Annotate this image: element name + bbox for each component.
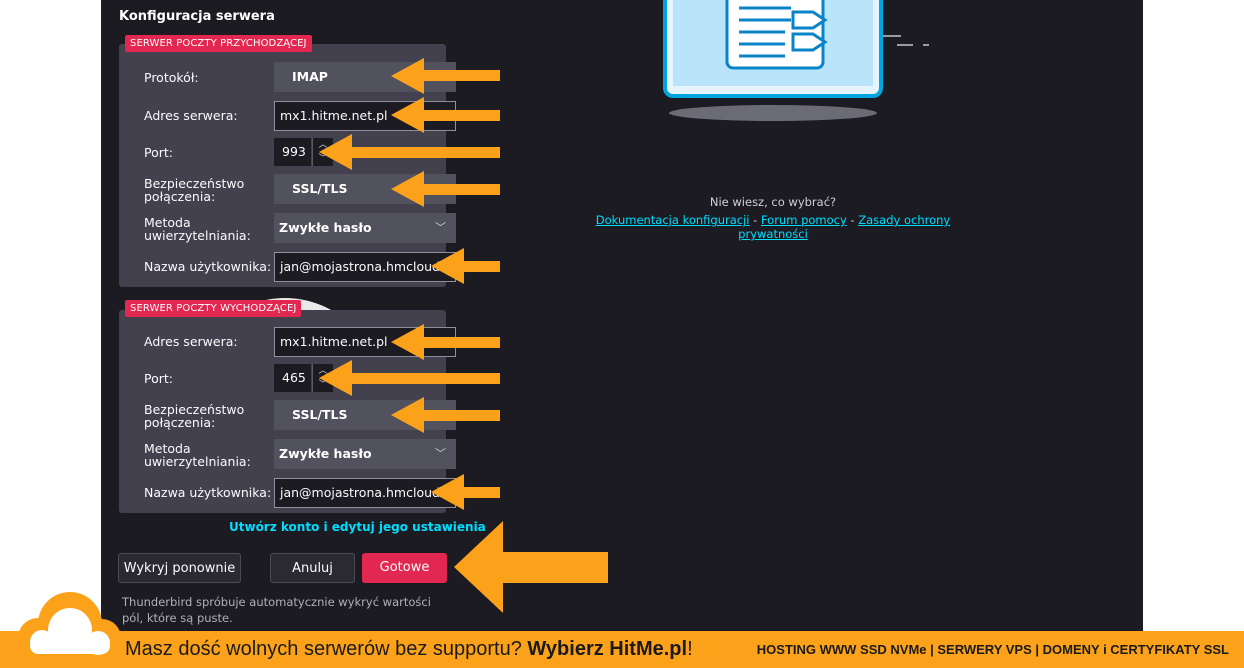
chevron-up-icon[interactable]: ︿	[313, 138, 333, 152]
link-separator: -	[749, 213, 761, 227]
port-label: Port:	[144, 145, 173, 160]
outgoing-auth-value: Zwykłe hasło	[279, 446, 372, 461]
cloud-logo-icon	[18, 592, 121, 668]
link-separator: -	[846, 213, 859, 227]
server-label: Adres serwera:	[144, 334, 238, 349]
outgoing-security-field[interactable]: SSL/TLS	[274, 400, 456, 430]
incoming-auth-select[interactable]: Zwykłe hasło ﹀	[274, 213, 456, 243]
port-spinner[interactable]: ︿ ﹀	[312, 138, 333, 166]
protocol-field[interactable]: IMAP	[274, 62, 456, 92]
incoming-username-input[interactable]: jan@mojastrona.hmcloud.pl	[274, 252, 456, 282]
forum-link[interactable]: Forum pomocy	[761, 213, 847, 227]
done-button[interactable]: Gotowe	[362, 553, 447, 583]
incoming-auth-value: Zwykłe hasło	[279, 220, 372, 235]
chevron-down-icon: ﹀	[435, 221, 446, 234]
help-links: Dokumentacja konfiguracji - Forum pomocy…	[573, 213, 973, 241]
server-label: Adres serwera:	[144, 108, 238, 123]
username-label: Nazwa użytkownika:	[144, 485, 272, 500]
outgoing-server-tag: SERWER POCZTY WYCHODZĄCEJ	[125, 300, 302, 317]
security-label-line2: połączenia:	[144, 189, 216, 204]
chevron-down-icon: ﹀	[435, 447, 446, 460]
outgoing-port-stepper[interactable]: 465 ︿ ﹀	[274, 364, 334, 392]
banner-services: HOSTING WWW SSD NVMe | SERWERY VPS | DOM…	[756, 642, 1229, 657]
redetect-button[interactable]: Wykryj ponownie	[118, 553, 241, 583]
auth-label: Metoda uwierzytelniania:	[144, 442, 251, 468]
security-label: Bezpieczeństwo połączenia:	[144, 403, 244, 429]
thunderbird-account-setup: Konfiguracja serwera Protokół: IMAP Adre…	[101, 0, 1143, 631]
incoming-port-stepper[interactable]: 993 ︿ ﹀	[274, 138, 334, 166]
port-spinner[interactable]: ︿ ﹀	[312, 364, 333, 392]
section-title: Konfiguracja serwera	[119, 9, 275, 24]
auth-label: Metoda uwierzytelniania:	[144, 216, 251, 242]
protocol-label: Protokół:	[144, 70, 199, 85]
username-label: Nazwa użytkownika:	[144, 259, 272, 274]
security-label: Bezpieczeństwo połączenia:	[144, 177, 244, 203]
banner-text-prefix: Masz dość wolnych serwerów bez supportu?	[125, 638, 528, 660]
outgoing-username-input[interactable]: jan@mojastrona.hmcloud.pl	[274, 478, 456, 508]
help-question: Nie wiesz, co wybrać?	[709, 195, 837, 209]
port-label: Port:	[144, 371, 173, 386]
chevron-up-icon[interactable]: ︿	[313, 364, 333, 378]
outgoing-server-input[interactable]: mx1.hitme.net.pl	[274, 327, 456, 357]
banner-brand: Wybierz HitMe.pl	[527, 638, 688, 660]
banner-text-suffix: !	[687, 638, 693, 660]
outgoing-auth-select[interactable]: Zwykłe hasło ﹀	[274, 439, 456, 469]
chevron-down-icon[interactable]: ﹀	[313, 152, 333, 166]
outgoing-server-group: Adres serwera: mx1.hitme.net.pl Port: 46…	[119, 310, 456, 513]
incoming-server-group: Protokół: IMAP Adres serwera: mx1.hitme.…	[119, 44, 456, 287]
outgoing-port-input[interactable]: 465	[274, 364, 311, 392]
promo-banner: Masz dość wolnych serwerów bez supportu?…	[0, 631, 1244, 668]
security-label-line2: połączenia:	[144, 415, 216, 430]
incoming-port-input[interactable]: 993	[274, 138, 311, 166]
autodetect-hint: Thunderbird spróbuje automatycznie wykry…	[122, 595, 431, 625]
incoming-server-tag: SERWER POCZTY PRZYCHODZĄCEJ	[125, 35, 312, 52]
incoming-security-field[interactable]: SSL/TLS	[274, 174, 456, 204]
document-illustration	[663, 0, 929, 121]
banner-text: Masz dość wolnych serwerów bez supportu?…	[125, 638, 693, 661]
docs-link[interactable]: Dokumentacja konfiguracji	[596, 213, 750, 227]
create-account-link[interactable]: Utwórz konto i edytuj jego ustawienia	[229, 520, 486, 534]
chevron-down-icon[interactable]: ﹀	[313, 378, 333, 392]
auth-label-line2: uwierzytelniania:	[144, 228, 251, 243]
cancel-button[interactable]: Anuluj	[270, 553, 355, 583]
incoming-server-input[interactable]: mx1.hitme.net.pl	[274, 101, 456, 131]
auth-label-line2: uwierzytelniania:	[144, 454, 251, 469]
